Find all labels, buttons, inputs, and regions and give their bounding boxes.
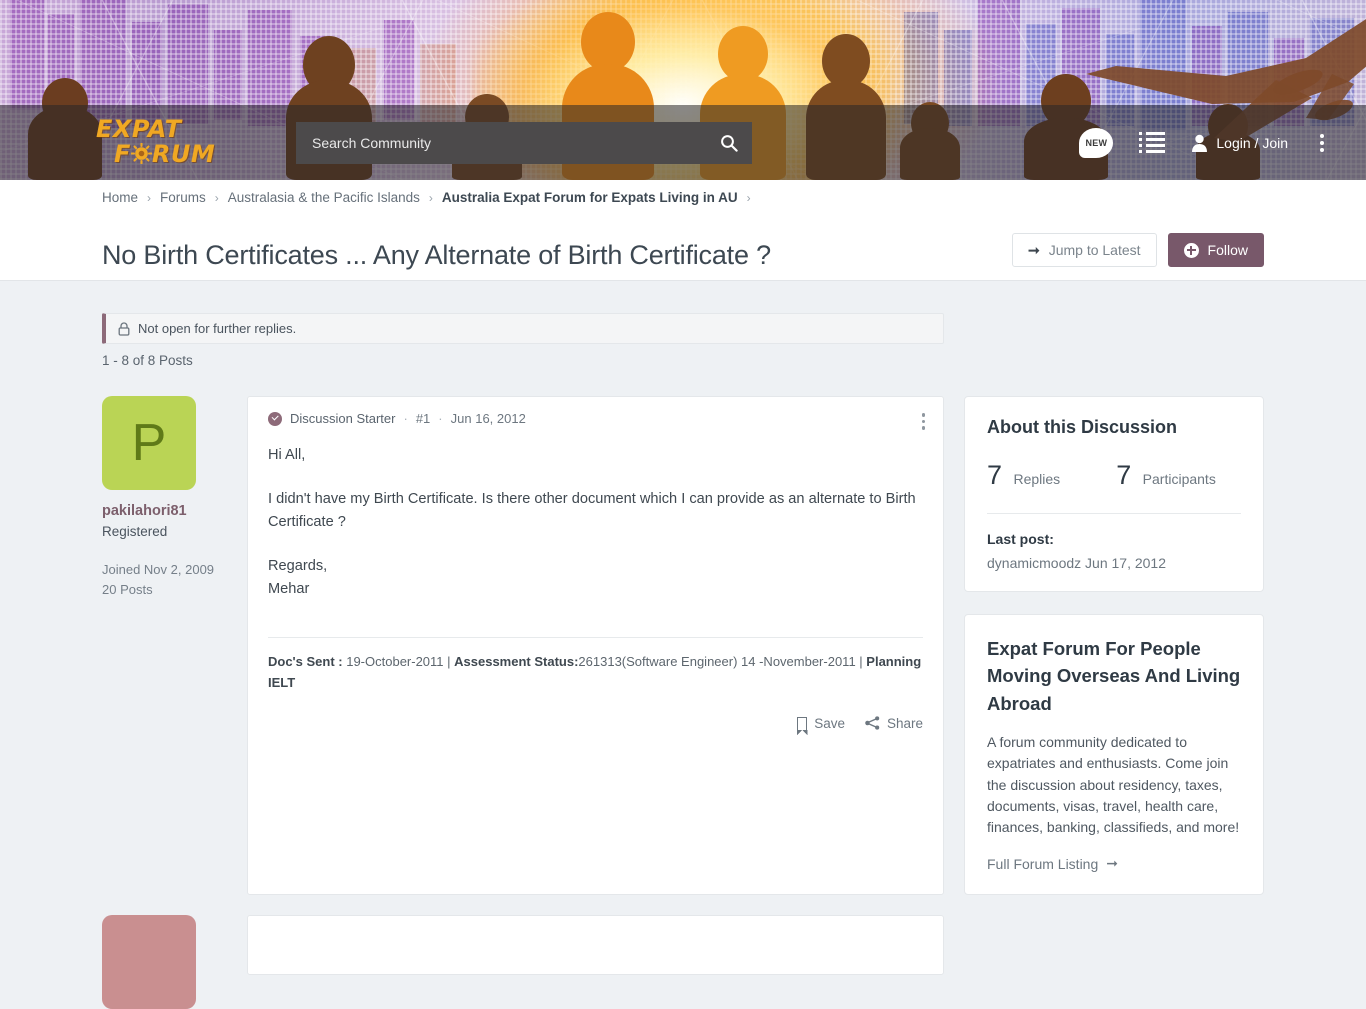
breadcrumb-separator-icon: › — [429, 191, 433, 205]
sun-gear-icon — [131, 143, 152, 168]
post-author-meta: Joined Nov 2, 2009 20 Posts — [102, 560, 247, 600]
discussion-starter-check-icon — [268, 412, 282, 426]
post-header-separator: · — [438, 411, 442, 426]
post-header: Discussion Starter · #1 · Jun 16, 2012 — [268, 411, 923, 426]
jump-to-latest-label: Jump to Latest — [1049, 242, 1141, 258]
post-card: Discussion Starter · #1 · Jun 16, 2012 H… — [247, 396, 944, 895]
save-button[interactable]: Save — [797, 716, 845, 731]
discussion-starter-label: Discussion Starter — [290, 411, 395, 426]
thread-closed-notice-text: Not open for further replies. — [138, 321, 296, 336]
breadcrumb-item-australasia[interactable]: Australasia & the Pacific Islands — [228, 190, 420, 205]
post-number[interactable]: #1 — [416, 411, 430, 426]
promo-card: Expat Forum For People Moving Overseas A… — [964, 614, 1264, 895]
thread-body: P pakilahori81 Registered Joined Nov 2, … — [102, 396, 1264, 895]
last-post-value[interactable]: dynamicmoodz Jun 17, 2012 — [987, 555, 1241, 571]
next-post-row — [102, 915, 944, 1009]
post-card — [247, 915, 944, 975]
participants-stat: 7 Participants — [1116, 460, 1216, 491]
signature-divider — [268, 637, 923, 638]
breadcrumb-item-home[interactable]: Home — [102, 190, 138, 205]
lock-icon — [118, 322, 130, 336]
about-discussion-title: About this Discussion — [987, 417, 1241, 438]
replies-count: 7 — [987, 460, 1002, 490]
share-label: Share — [887, 716, 923, 731]
avatar-letter: P — [132, 413, 167, 473]
post-signature: Doc's Sent : 19-October-2011 | Assessmen… — [268, 652, 923, 694]
post-paragraph: Regards, Mehar — [268, 555, 923, 601]
signature-part: 19-October-2011 | — [343, 654, 455, 669]
breadcrumb-item-forums[interactable]: Forums — [160, 190, 206, 205]
save-label: Save — [814, 716, 845, 731]
breadcrumb-separator-icon: › — [147, 191, 151, 205]
header-overflow-menu-icon[interactable] — [1314, 130, 1330, 156]
new-badge-label: NEW — [1085, 138, 1107, 148]
user-icon — [1191, 134, 1208, 152]
follow-button[interactable]: Follow — [1168, 233, 1264, 267]
breadcrumb-separator-icon: › — [215, 191, 219, 205]
post-body: Hi All, I didn't have my Birth Certifica… — [268, 444, 923, 601]
breadcrumb: Home › Forums › Australasia & the Pacifi… — [102, 190, 751, 205]
follow-label: Follow — [1208, 242, 1248, 258]
site-logo[interactable]: EXPAT FRUM — [96, 117, 266, 168]
forum-list-icon[interactable] — [1139, 132, 1165, 154]
plus-circle-icon — [1184, 243, 1199, 258]
participants-count: 7 — [1116, 460, 1131, 490]
header-actions: NEW Login / Join — [1079, 128, 1338, 158]
post-paragraph: I didn't have my Birth Certificate. Is t… — [268, 488, 923, 534]
signature-part: Assessment Status: — [454, 654, 578, 669]
main-content: Not open for further replies. 1 - 8 of 8… — [0, 281, 1366, 768]
participants-label: Participants — [1143, 471, 1216, 487]
post-header-separator: · — [403, 411, 407, 426]
signature-part: Doc's Sent : — [268, 654, 343, 669]
thread-closed-notice: Not open for further replies. — [102, 313, 944, 344]
arrow-right-icon: ➞ — [1028, 242, 1040, 259]
search-icon[interactable] — [720, 134, 738, 152]
post-row: P pakilahori81 Registered Joined Nov 2, … — [102, 396, 944, 895]
replies-stat: 7 Replies — [987, 460, 1060, 491]
share-icon — [865, 716, 880, 730]
post-author-role: Registered — [102, 524, 247, 539]
share-button[interactable]: Share — [865, 716, 923, 731]
post-paragraph: Hi All, — [268, 444, 923, 467]
replies-label: Replies — [1013, 471, 1060, 487]
breadcrumb-item-australia-forum[interactable]: Australia Expat Forum for Expats Living … — [442, 190, 738, 205]
full-forum-listing-link[interactable]: Full Forum Listing ➞ — [987, 855, 1118, 872]
post-range-label: 1 - 8 of 8 Posts — [102, 353, 1264, 368]
full-forum-listing-label: Full Forum Listing — [987, 856, 1098, 872]
post-author-joined: Joined Nov 2, 2009 — [102, 560, 247, 580]
post-overflow-menu-icon[interactable] — [918, 409, 930, 434]
last-post-label: Last post: — [987, 531, 1241, 547]
logo-line-2: FRUM — [114, 142, 266, 168]
post-author-name[interactable]: pakilahori81 — [102, 503, 247, 519]
arrow-right-icon: ➞ — [1106, 855, 1118, 872]
post-author-panel: P pakilahori81 Registered Joined Nov 2, … — [102, 396, 247, 895]
logo-line-2-text: FRUM — [114, 140, 215, 168]
login-join-label: Login / Join — [1216, 135, 1288, 151]
card-divider — [987, 513, 1241, 514]
login-join-button[interactable]: Login / Join — [1191, 134, 1288, 152]
logo-line-1: EXPAT — [96, 117, 266, 141]
post-date: Jun 16, 2012 — [451, 411, 526, 426]
avatar[interactable]: P — [102, 396, 196, 490]
bookmark-icon — [797, 717, 807, 730]
page-title: No Birth Certificates ... Any Alternate … — [102, 240, 771, 271]
avatar[interactable] — [102, 915, 196, 1009]
site-header: EXPAT FRUM Search Community NEW — [0, 105, 1366, 180]
new-notifications-badge[interactable]: NEW — [1079, 128, 1113, 158]
thread-actions: ➞ Jump to Latest Follow — [1012, 233, 1264, 267]
signature-part: 261313(Software Engineer) 14 -November-2… — [578, 654, 866, 669]
promo-description: A forum community dedicated to expatriat… — [987, 732, 1241, 838]
discussion-stats: 7 Replies 7 Participants — [987, 460, 1241, 491]
promo-title: Expat Forum For People Moving Overseas A… — [987, 635, 1241, 717]
hero-banner: EXPAT FRUM Search Community NEW — [0, 0, 1366, 180]
post-author-posts-count: 20 Posts — [102, 580, 247, 600]
right-sidebar: About this Discussion 7 Replies 7 Partic… — [964, 396, 1264, 895]
post-footer-actions: Save Share — [268, 716, 923, 731]
jump-to-latest-button[interactable]: ➞ Jump to Latest — [1012, 233, 1157, 267]
search-placeholder: Search Community — [312, 135, 720, 151]
about-discussion-card: About this Discussion 7 Replies 7 Partic… — [964, 396, 1264, 592]
breadcrumb-separator-icon: › — [747, 191, 751, 205]
search-input[interactable]: Search Community — [296, 122, 752, 164]
